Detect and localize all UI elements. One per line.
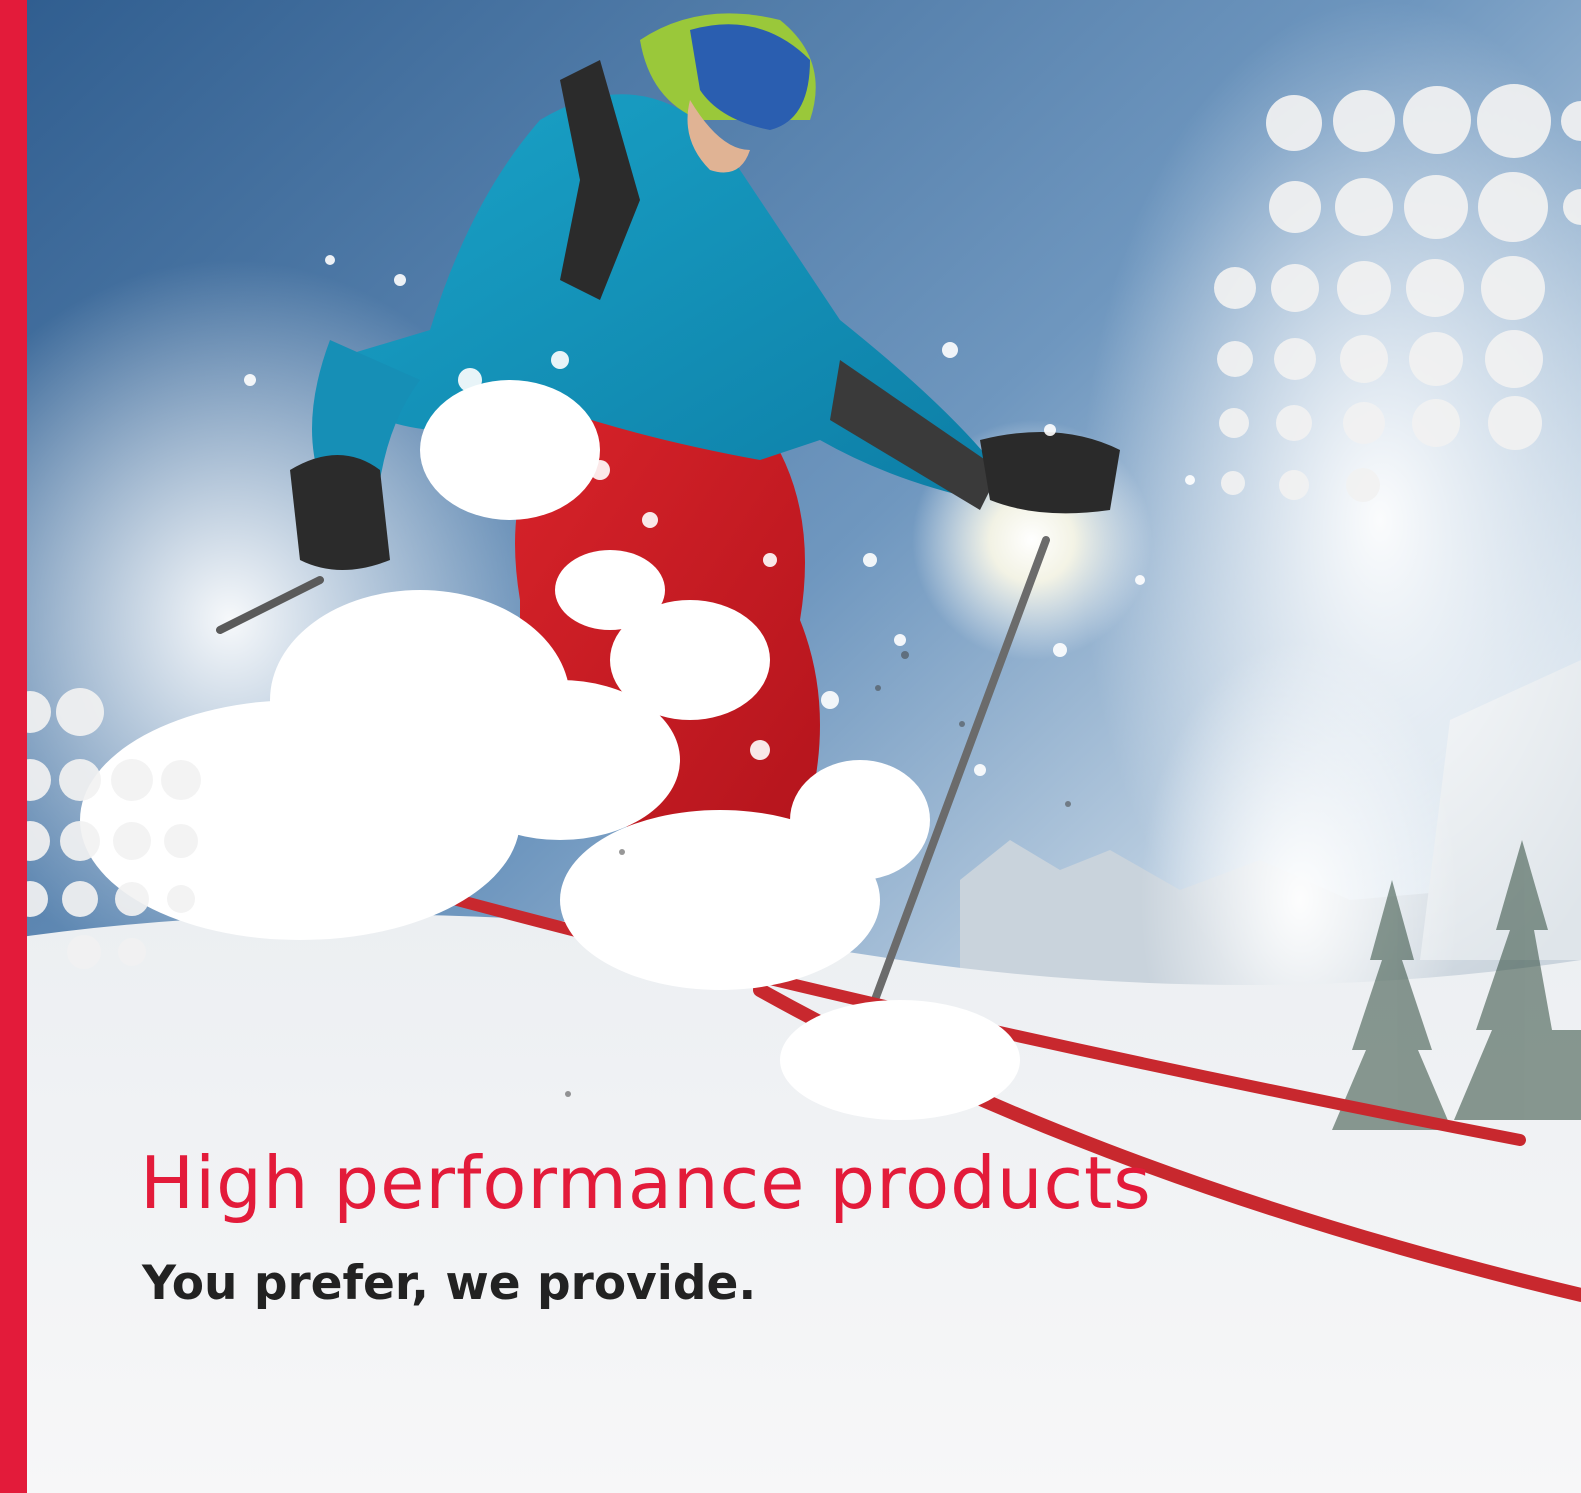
brand-stripe [0,0,27,1493]
headline: High performance products [140,1141,1152,1225]
ski-banner: High performance products You prefer, we… [0,0,1581,1493]
tagline: You prefer, we provide. [142,1256,757,1311]
